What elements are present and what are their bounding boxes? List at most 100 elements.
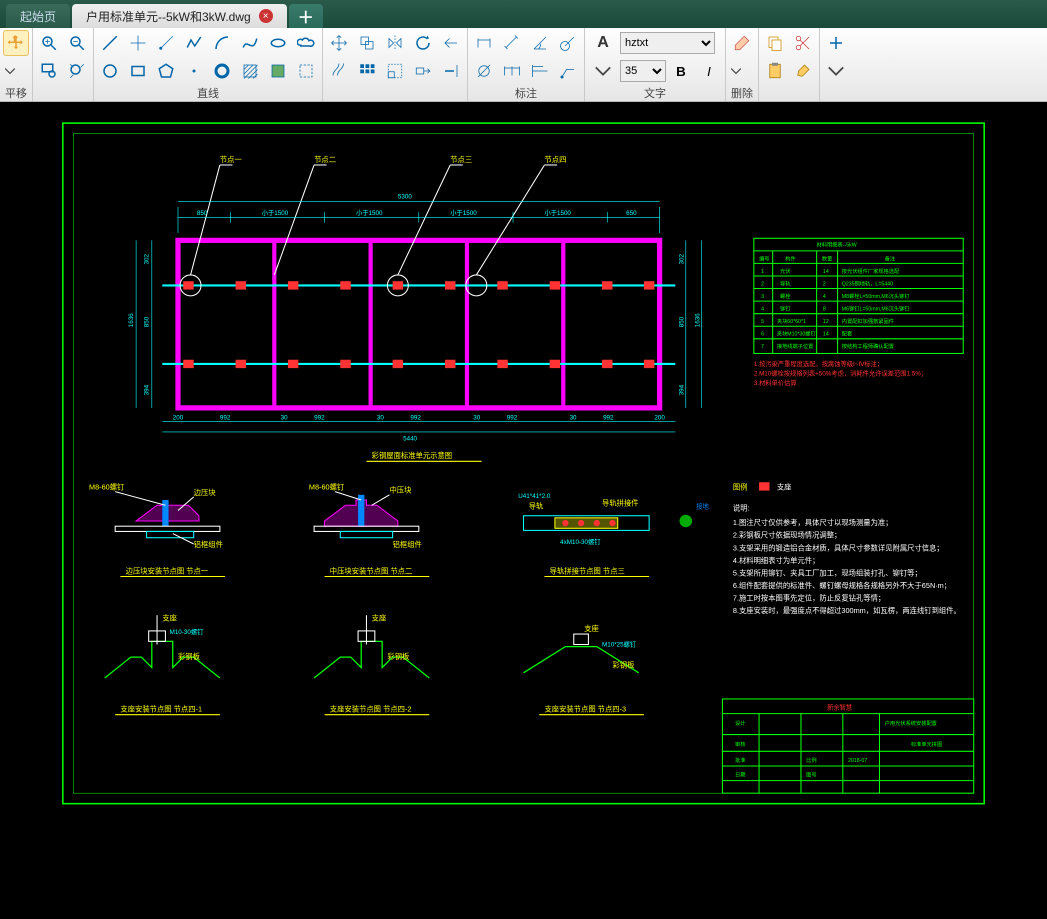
svg-text:新余智慧: 新余智慧	[827, 702, 852, 711]
group-navigate: 平移	[0, 28, 33, 101]
dim-baseline-button[interactable]	[527, 58, 553, 84]
zoom-out-button[interactable]	[64, 30, 90, 56]
dim-radius-button[interactable]	[555, 30, 581, 56]
text-dropdown[interactable]	[588, 58, 618, 84]
ellipse-button[interactable]	[265, 30, 291, 56]
svg-text:导轨: 导轨	[780, 279, 791, 287]
spline-button[interactable]	[237, 30, 263, 56]
move-button[interactable]	[326, 30, 352, 56]
svg-text:650: 650	[626, 210, 637, 217]
copy-clip-button[interactable]	[762, 30, 788, 56]
italic-button[interactable]: I	[696, 58, 722, 84]
leader-button[interactable]	[555, 58, 581, 84]
svg-text:节点四: 节点四	[544, 155, 566, 164]
revcloud-button[interactable]	[293, 30, 319, 56]
svg-text:铆钉: 铆钉	[780, 305, 791, 313]
block-icon	[269, 62, 287, 80]
detail-b: M8-60螺钉 中压块 铝框组件 中压块安装节点图 节点二	[309, 483, 429, 577]
drawing-border	[63, 123, 984, 804]
close-tab-icon[interactable]: ×	[259, 9, 273, 23]
drawing-viewport[interactable]: 节点一 节点二 节点三 节点四 5300 850 小于1500 小于1500 小…	[0, 102, 1047, 919]
zoom-in-button[interactable]	[36, 30, 62, 56]
scale-button[interactable]	[382, 58, 408, 84]
group-text: A hztxt 35 B I 文字	[585, 28, 726, 101]
svg-text:200: 200	[173, 414, 184, 421]
svg-text:小于1500: 小于1500	[450, 208, 477, 217]
extend-button[interactable]	[438, 58, 464, 84]
line-icon	[101, 34, 119, 52]
hatch-icon	[241, 62, 259, 80]
svg-text:审核: 审核	[735, 740, 746, 748]
pline-button[interactable]	[181, 30, 207, 56]
ray-button[interactable]	[153, 30, 179, 56]
offset-button[interactable]	[326, 58, 352, 84]
font-select[interactable]: hztxt	[620, 32, 715, 54]
svg-text:4: 4	[761, 307, 764, 313]
mirror-button[interactable]	[382, 30, 408, 56]
hatch-button[interactable]	[237, 58, 263, 84]
text-label: 文字	[588, 84, 722, 102]
svg-text:3.材料单价估算: 3.材料单价估算	[754, 378, 797, 387]
point-icon	[185, 62, 203, 80]
svg-text:Q235钢地轨，L=5440: Q235钢地轨，L=5440	[842, 279, 893, 287]
svg-text:992: 992	[220, 414, 231, 421]
erase-button[interactable]	[729, 30, 755, 56]
polygon-button[interactable]	[153, 58, 179, 84]
svg-text:支座: 支座	[584, 624, 599, 633]
more-dd[interactable]	[823, 58, 849, 84]
dim-continue-button[interactable]	[499, 58, 525, 84]
delete-dd[interactable]	[729, 58, 743, 84]
svg-text:14: 14	[823, 332, 829, 338]
region-button[interactable]	[293, 58, 319, 84]
svg-text:M10*25螺钉: M10*25螺钉	[602, 640, 637, 649]
circle-button[interactable]	[97, 58, 123, 84]
dim-diameter-button[interactable]	[471, 58, 497, 84]
cut-button[interactable]	[790, 30, 816, 56]
rotate-button[interactable]	[410, 30, 436, 56]
paste-button[interactable]	[762, 58, 788, 84]
block-button[interactable]	[265, 58, 291, 84]
svg-text:按光伏组件厂家规格选配: 按光伏组件厂家规格选配	[842, 267, 900, 275]
svg-text:1: 1	[761, 269, 764, 275]
svg-text:992: 992	[410, 414, 421, 421]
more-button[interactable]	[823, 30, 849, 56]
delete-label: 删除	[729, 84, 755, 102]
arc-button[interactable]	[209, 30, 235, 56]
rect-button[interactable]	[125, 58, 151, 84]
tab-home[interactable]: 起始页	[6, 4, 70, 28]
svg-text:4.材料明细表寸为单元件；: 4.材料明细表寸为单元件；	[733, 556, 820, 565]
trim-button[interactable]	[438, 30, 464, 56]
plan-view: 节点一 节点二 节点三 节点四 5300 850 小于1500 小于1500 小…	[128, 155, 702, 461]
dim-linear-button[interactable]	[471, 30, 497, 56]
line-button[interactable]	[97, 30, 123, 56]
stretch-icon	[414, 62, 432, 80]
point-button[interactable]	[181, 58, 207, 84]
dim-aligned-button[interactable]	[499, 30, 525, 56]
donut-button[interactable]	[209, 58, 235, 84]
tab-add[interactable]: ＋	[289, 4, 323, 28]
leader-icon	[559, 62, 577, 80]
size-select[interactable]: 35	[620, 60, 666, 82]
paste-icon	[766, 62, 784, 80]
modify-label	[326, 87, 464, 101]
mtext-button[interactable]: A	[588, 30, 618, 56]
plus-icon: ＋	[298, 4, 314, 28]
stretch-button[interactable]	[410, 58, 436, 84]
pan-button[interactable]	[3, 30, 29, 56]
array-button[interactable]	[354, 58, 380, 84]
line-group-label: 直线	[97, 84, 319, 102]
parts-table: 材料明细表--5kW 编号 构件 数量 备注 1光伏14按光伏组件厂家规格选配 …	[754, 238, 963, 387]
svg-text:螺栓: 螺栓	[780, 292, 791, 300]
xline-button[interactable]	[125, 30, 151, 56]
dim-angular-button[interactable]	[527, 30, 553, 56]
zoom-window-button[interactable]	[36, 58, 62, 84]
tab-active-file[interactable]: 户用标准单元--5kW和3kW.dwg ×	[72, 4, 287, 28]
svg-text:5.支架所用铆钉、夹具工厂加工，现场组装打孔、铆钉等；: 5.支架所用铆钉、夹具工厂加工，现场组装打孔、铆钉等；	[733, 568, 922, 577]
zoom-extents-button[interactable]	[64, 58, 90, 84]
bold-button[interactable]: B	[668, 58, 694, 84]
matchprop-button[interactable]	[790, 58, 816, 84]
svg-text:30: 30	[281, 414, 288, 421]
svg-text:M8螺栓L=50mm,M6沉头铆钉: M8螺栓L=50mm,M6沉头铆钉	[842, 292, 910, 300]
copy-button[interactable]	[354, 30, 380, 56]
pan-dropdown[interactable]	[3, 58, 17, 84]
